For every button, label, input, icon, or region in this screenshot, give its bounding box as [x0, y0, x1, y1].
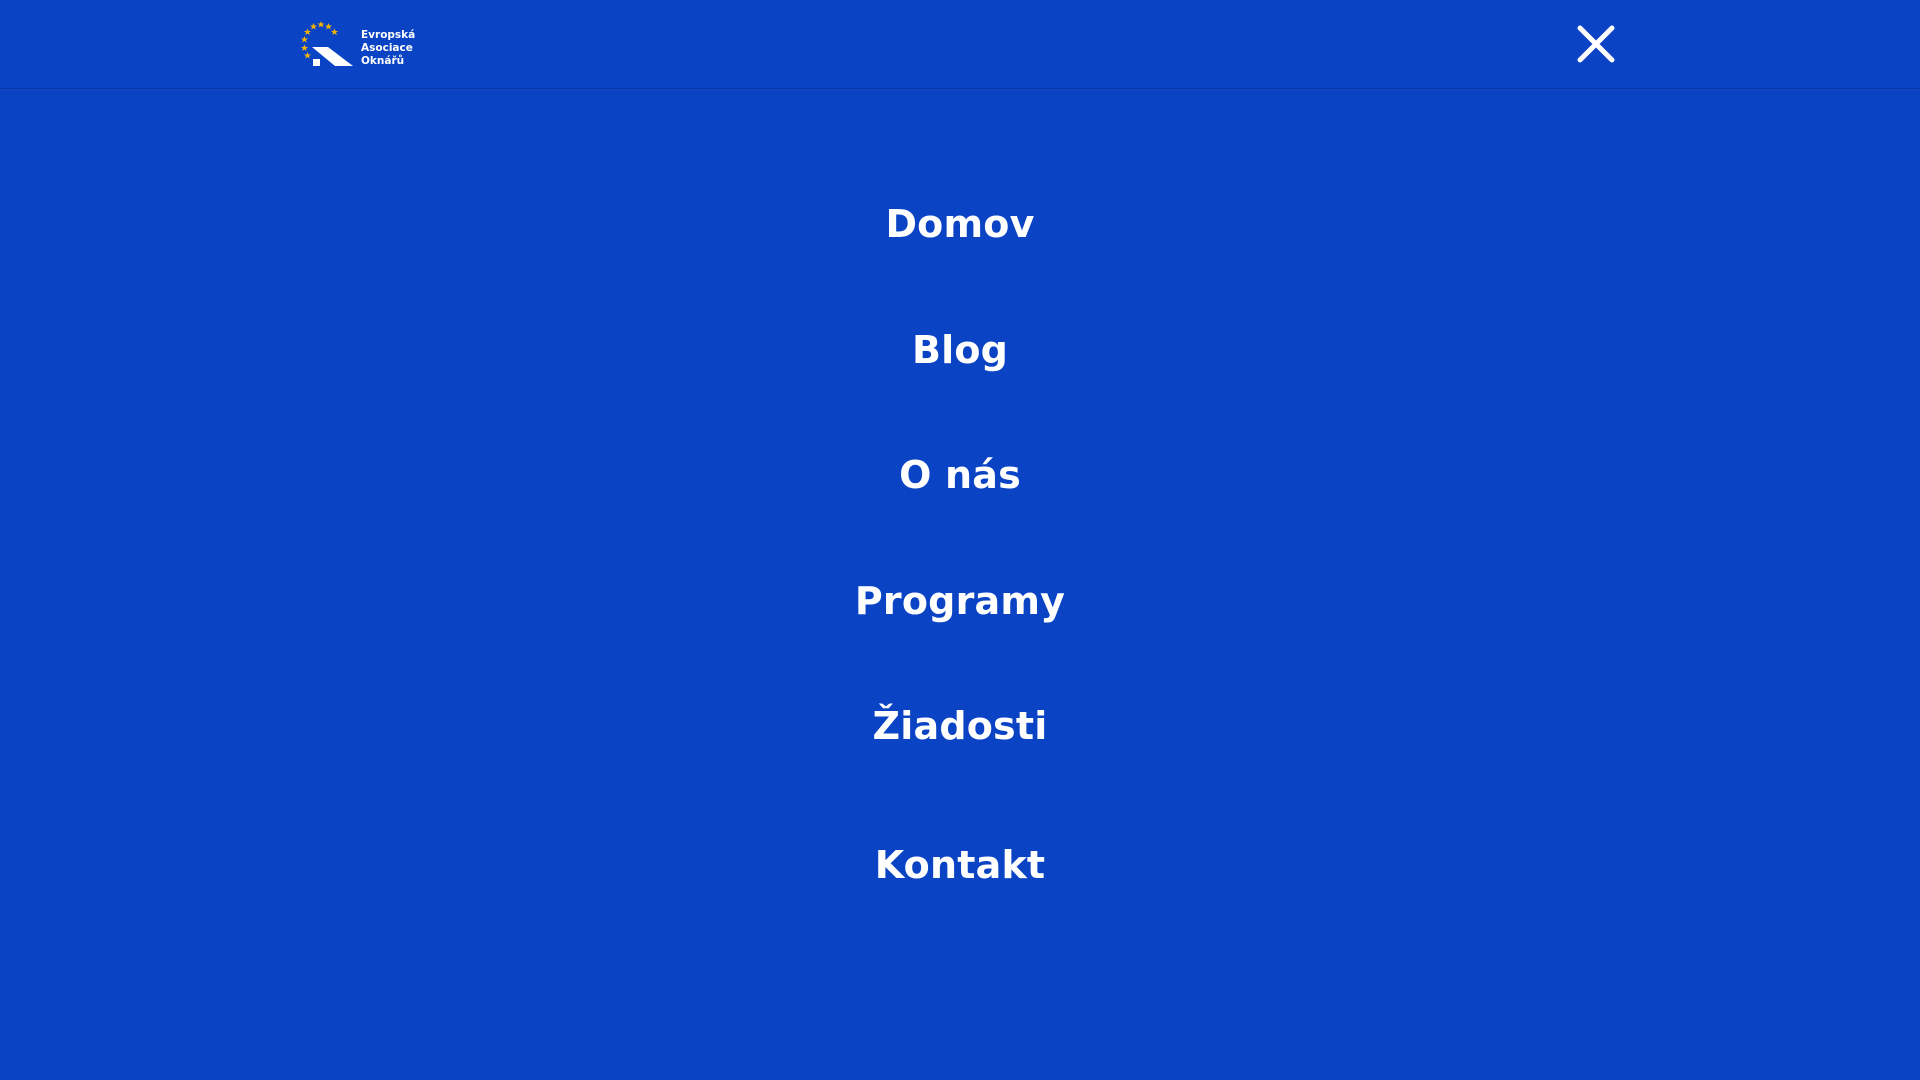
logo-line-1: Evropská [361, 29, 416, 41]
logo-line-2: Asociace [361, 42, 413, 54]
menu-item-ziadosti[interactable]: Žiadosti [0, 701, 1920, 751]
logo-text: Evropská Asociace Oknářů [361, 29, 415, 68]
menu-item-domov[interactable]: Domov [0, 199, 1920, 249]
menu-item-label: Domov [885, 202, 1035, 246]
menu-item-programy[interactable]: Programy [0, 576, 1920, 626]
menu-item-o-nas[interactable]: O nás [0, 450, 1920, 500]
site-header: Evropská Asociace Oknářů [0, 0, 1920, 89]
menu-item-label: Kontakt [874, 843, 1046, 887]
close-menu-button[interactable] [1574, 22, 1618, 66]
main-menu: Domov Blog O nás Programy Žiadosti Konta… [0, 0, 1920, 1080]
menu-item-label: O nás [899, 453, 1021, 497]
menu-item-kontakt[interactable]: Kontakt [0, 840, 1920, 890]
logo-line-3: Oknářů [361, 55, 405, 67]
menu-item-blog[interactable]: Blog [0, 325, 1920, 375]
close-icon [1577, 25, 1615, 63]
menu-item-label: Programy [854, 579, 1066, 623]
site-logo[interactable]: Evropská Asociace Oknářů [298, 20, 418, 70]
menu-item-label: Žiadosti [872, 704, 1048, 748]
menu-item-label: Blog [911, 328, 1009, 372]
logo-mark-icon [300, 21, 353, 66]
